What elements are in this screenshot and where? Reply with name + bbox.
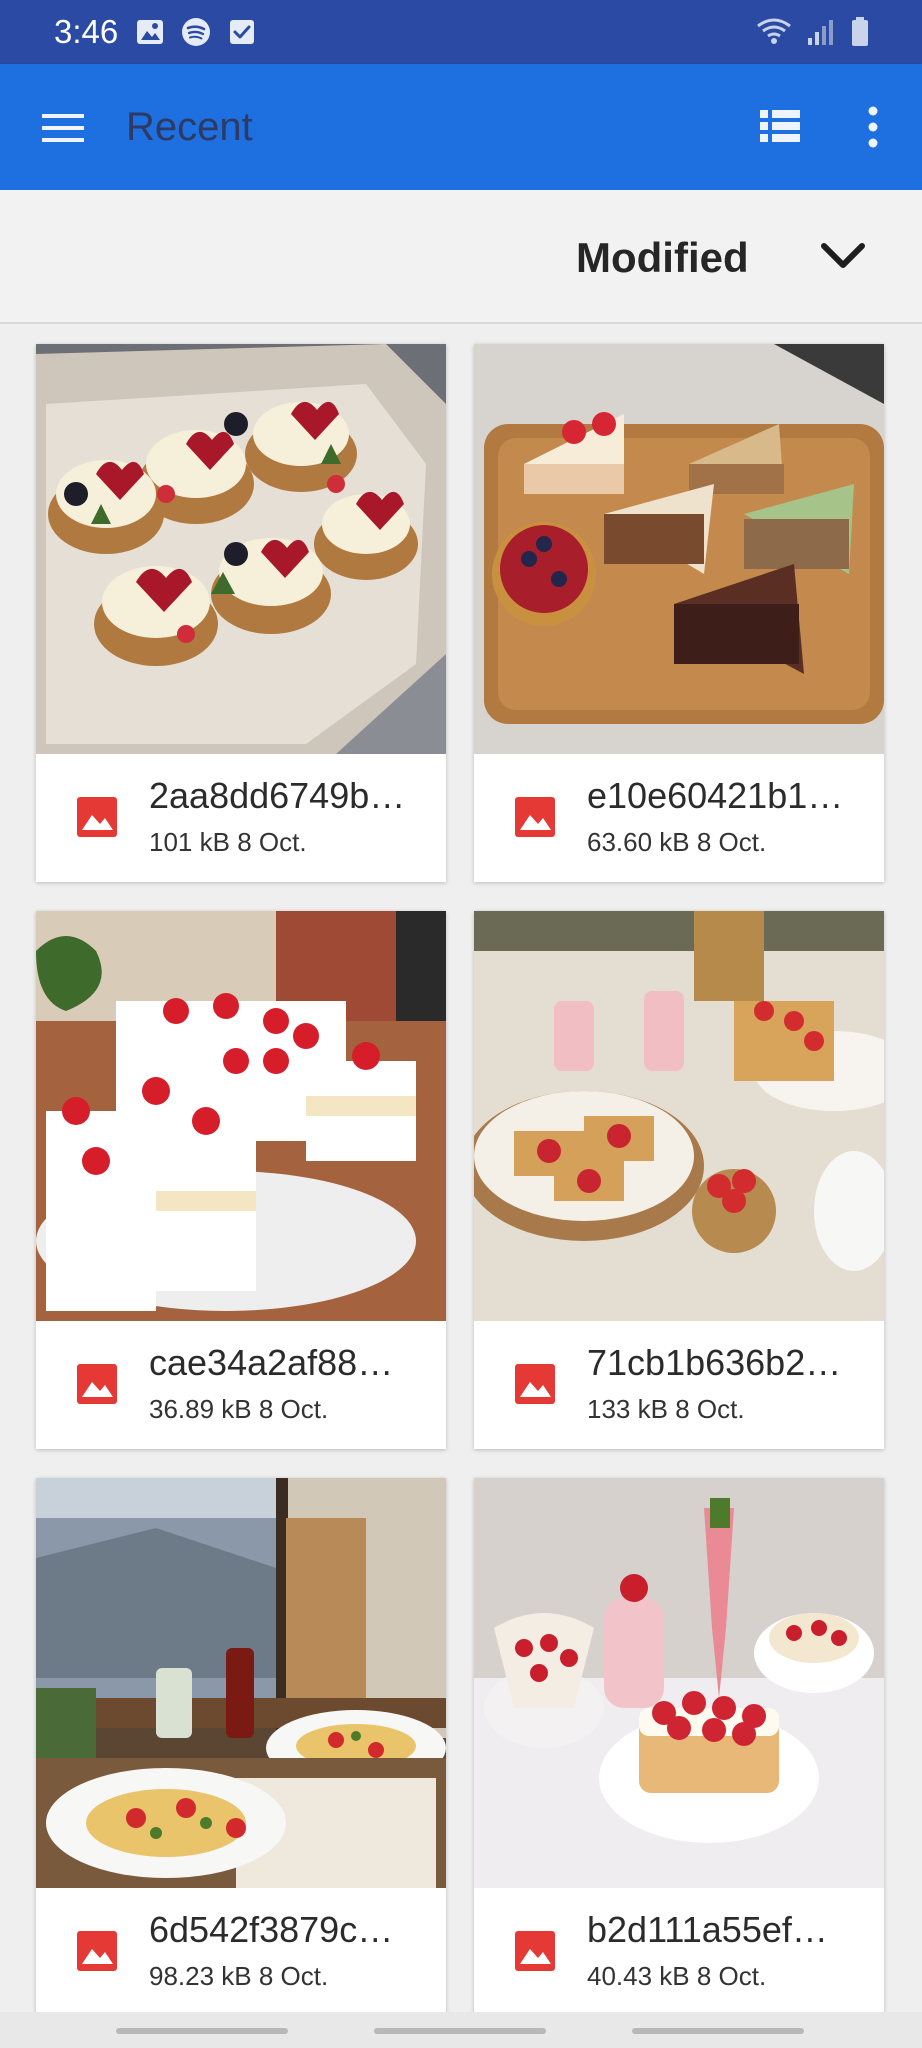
system-navigation-bar (0, 2012, 922, 2048)
file-date: 8 Oct. (237, 827, 307, 857)
image-thumbnail (474, 1478, 884, 1888)
file-size: 133 kB (587, 1394, 668, 1424)
list-view-icon[interactable] (758, 106, 802, 146)
app-bar: Recent (0, 64, 922, 190)
nav-home-button[interactable] (374, 2028, 546, 2034)
signal-icon (808, 20, 833, 45)
file-card[interactable]: cae34a2af88… 36.89 kB 8 Oct. (36, 911, 446, 1449)
image-thumbnail (36, 911, 446, 1321)
image-thumbnail (36, 344, 446, 754)
file-meta: 40.43 kB 8 Oct. (587, 1960, 766, 1992)
file-grid: 2aa8dd6749b… 101 kB 8 Oct. e10e60421b1… … (0, 322, 922, 2016)
menu-icon[interactable] (40, 108, 86, 148)
file-meta: 36.89 kB 8 Oct. (149, 1393, 328, 1425)
file-meta: 63.60 kB 8 Oct. (587, 826, 766, 858)
file-card[interactable]: 2aa8dd6749b… 101 kB 8 Oct. (36, 344, 446, 882)
file-meta: 98.23 kB 8 Oct. (149, 1960, 328, 1992)
file-size: 36.89 kB (149, 1394, 252, 1424)
nav-recents-button[interactable] (116, 2028, 288, 2034)
image-thumbnail (36, 1478, 446, 1888)
file-name: 2aa8dd6749b… (149, 775, 406, 816)
file-card[interactable]: 6d542f3879c… 98.23 kB 8 Oct. (36, 1478, 446, 2016)
file-card[interactable]: e10e60421b1… 63.60 kB 8 Oct. (474, 344, 884, 882)
file-name: 71cb1b636b2… (587, 1342, 842, 1383)
image-thumbnail (474, 911, 884, 1321)
sort-bar: Modified (0, 190, 922, 324)
sort-dropdown[interactable]: Modified (566, 218, 884, 294)
file-card[interactable]: 71cb1b636b2… 133 kB 8 Oct. (474, 911, 884, 1449)
file-date: 8 Oct. (696, 1961, 767, 1991)
file-date: 8 Oct. (258, 1394, 329, 1424)
more-options-icon[interactable] (858, 104, 888, 150)
image-file-icon (515, 1931, 555, 1971)
page-title: Recent (126, 105, 253, 149)
file-meta: 101 kB 8 Oct. (149, 826, 307, 858)
wifi-icon (757, 18, 791, 44)
chevron-down-icon (821, 243, 865, 268)
notification-icons (134, 16, 258, 48)
file-size: 63.60 kB (587, 827, 690, 857)
file-name: 6d542f3879c… (149, 1909, 394, 1950)
file-date: 8 Oct. (258, 1961, 329, 1991)
file-meta: 133 kB 8 Oct. (587, 1393, 745, 1425)
nav-back-button[interactable] (632, 2028, 804, 2034)
checkbox-icon (230, 20, 254, 44)
file-size: 98.23 kB (149, 1961, 252, 1991)
file-name: b2d111a55ef… (587, 1909, 828, 1950)
status-bar: 3:46 (0, 0, 922, 64)
image-file-icon (515, 1364, 555, 1404)
file-name: e10e60421b1… (587, 775, 844, 816)
file-size: 101 kB (149, 827, 230, 857)
file-date: 8 Oct. (696, 827, 767, 857)
image-file-icon (515, 797, 555, 837)
file-name: cae34a2af88… (149, 1342, 394, 1383)
image-file-icon (77, 797, 117, 837)
file-size: 40.43 kB (587, 1961, 690, 1991)
battery-icon (852, 17, 868, 46)
status-time: 3:46 (54, 13, 119, 50)
image-thumbnail (474, 344, 884, 754)
system-icons (756, 14, 870, 50)
sort-label: Modified (576, 234, 749, 281)
image-file-icon (77, 1364, 117, 1404)
file-card[interactable]: b2d111a55ef… 40.43 kB 8 Oct. (474, 1478, 884, 2016)
image-file-icon (77, 1931, 117, 1971)
spotify-icon (182, 18, 210, 46)
gallery-icon (137, 20, 163, 44)
file-date: 8 Oct. (675, 1394, 745, 1424)
